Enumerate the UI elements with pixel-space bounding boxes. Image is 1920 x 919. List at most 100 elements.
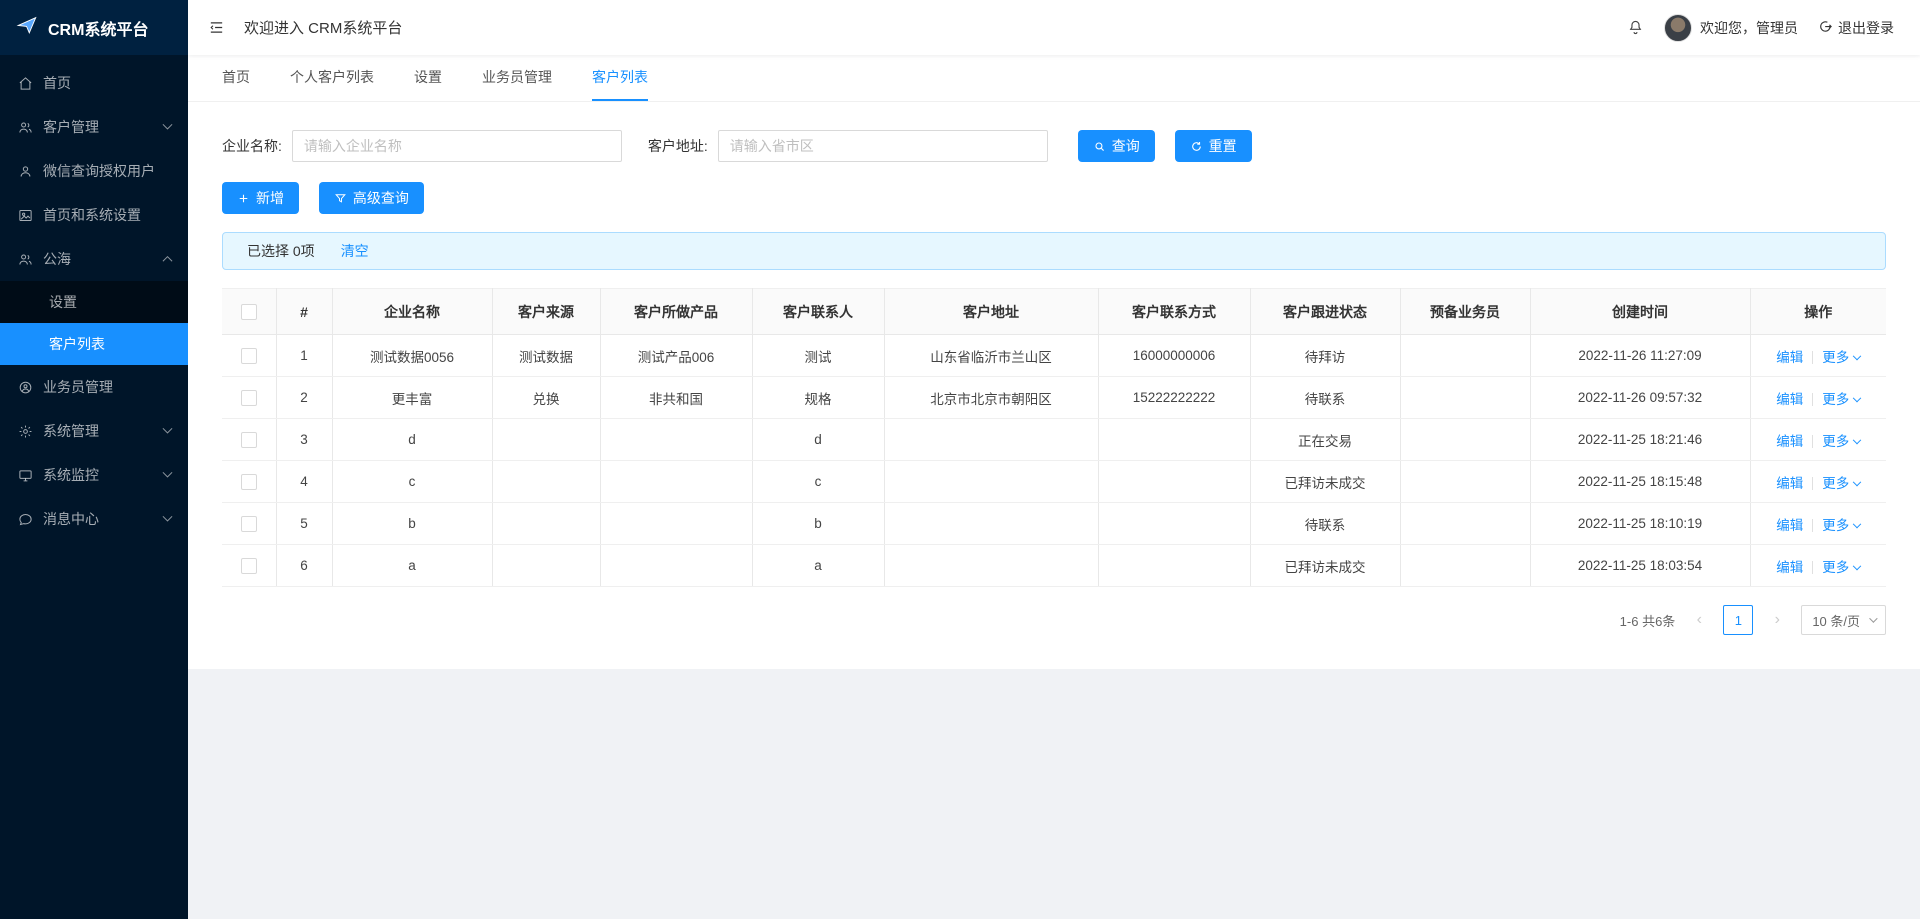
more-link[interactable]: 更多 (1822, 476, 1849, 491)
tab-salesperson-management[interactable]: 业务员管理 (482, 55, 552, 101)
sidebar-item-salesperson-management[interactable]: 业务员管理 (0, 365, 188, 409)
tab-home[interactable]: 首页 (222, 55, 250, 101)
logout-icon (1818, 19, 1833, 37)
edit-link[interactable]: 编辑 (1776, 350, 1803, 365)
chevron-down-icon (1853, 477, 1862, 486)
gear-icon (17, 424, 33, 439)
app-logo[interactable]: CRM系统平台 (0, 0, 188, 55)
app-title: CRM系统平台 (48, 21, 149, 39)
chevron-down-icon (1853, 351, 1862, 360)
table-row: 4 c c 已拜访未成交 2022-11-25 18:15:48 编辑 更多 (222, 460, 1886, 503)
funnel-icon (334, 193, 346, 203)
sidebar-subitem-settings[interactable]: 设置 (0, 281, 188, 323)
chevron-down-icon (162, 467, 173, 478)
tab-personal-customer-list[interactable]: 个人客户列表 (290, 55, 374, 101)
column-header-created: 创建时间 (1530, 288, 1751, 335)
column-header-phone: 客户联系方式 (1098, 288, 1251, 335)
action-row: 新增 高级查询 (222, 182, 1886, 214)
clear-selection-link[interactable]: 清空 (341, 241, 369, 261)
sidebar-item-customer-management[interactable]: 客户管理 (0, 105, 188, 149)
edit-link[interactable]: 编辑 (1776, 434, 1803, 449)
sidebar-item-system-management[interactable]: 系统管理 (0, 409, 188, 453)
user-greeting: 欢迎您，管理员 (1700, 19, 1798, 36)
more-link[interactable]: 更多 (1822, 392, 1849, 407)
more-link[interactable]: 更多 (1822, 350, 1849, 365)
customer-address-label: 客户地址: (647, 138, 708, 154)
more-link[interactable]: 更多 (1822, 434, 1849, 449)
more-link[interactable]: 更多 (1822, 518, 1849, 533)
sidebar-menu: 首页 客户管理 微信查询授权用户 首页和系统设置 公海 设置 客户列表 业务员管… (0, 55, 188, 919)
company-name-label: 企业名称: (222, 138, 282, 154)
selection-count-text: 已选择 0项 (247, 243, 315, 259)
advanced-search-button[interactable]: 高级查询 (318, 182, 424, 214)
row-checkbox[interactable] (240, 389, 257, 406)
tab-settings[interactable]: 设置 (414, 55, 442, 101)
add-button[interactable]: 新增 (222, 182, 299, 214)
reset-button[interactable]: 重置 (1174, 130, 1252, 162)
search-button[interactable]: 查询 (1077, 130, 1155, 162)
column-header-product: 客户所做产品 (600, 288, 753, 335)
sidebar-item-system-monitoring[interactable]: 系统监控 (0, 453, 188, 497)
row-checkbox[interactable] (240, 431, 257, 448)
chevron-down-icon (1869, 614, 1878, 623)
edit-link[interactable]: 编辑 (1776, 560, 1803, 575)
tab-customer-list[interactable]: 客户列表 (592, 55, 648, 101)
edit-link[interactable]: 编辑 (1776, 518, 1803, 533)
logout-button[interactable]: 退出登录 (1818, 18, 1894, 38)
plus-icon (239, 194, 248, 202)
page-button-1[interactable]: 1 (1723, 605, 1754, 635)
sidebar-subitem-customer-list[interactable]: 客户列表 (0, 323, 188, 365)
users-icon (17, 120, 33, 135)
selection-bar: 已选择 0项 清空 (222, 232, 1886, 270)
edit-link[interactable]: 编辑 (1776, 476, 1803, 491)
row-checkbox[interactable] (240, 473, 257, 490)
sidebar-item-home-system-settings[interactable]: 首页和系统设置 (0, 193, 188, 237)
filter-row: 企业名称: 客户地址: 查询 重置 (222, 130, 1886, 162)
column-header-company: 企业名称 (332, 288, 493, 335)
background-filler (188, 669, 1920, 919)
page-size-select[interactable]: 10 条/页 (1801, 605, 1886, 635)
logo-icon (16, 14, 38, 41)
table-header-row: # 企业名称 客户来源 客户所做产品 客户联系人 客户地址 客户联系方式 客户跟… (222, 288, 1886, 335)
chevron-up-icon (162, 255, 173, 266)
column-header-source: 客户来源 (492, 288, 601, 335)
user-menu[interactable]: 欢迎您，管理员 (1664, 13, 1798, 42)
row-checkbox[interactable] (240, 347, 257, 364)
topbar-right: 欢迎您，管理员 退出登录 (1627, 13, 1894, 42)
tabbar: 首页 个人客户列表 设置 业务员管理 客户列表 (188, 55, 1920, 102)
sidebar-item-wechat-auth-users[interactable]: 微信查询授权用户 (0, 149, 188, 193)
badge-icon (17, 380, 33, 395)
user-icon (17, 164, 33, 179)
message-icon (17, 512, 33, 527)
row-checkbox[interactable] (240, 557, 257, 574)
more-link[interactable]: 更多 (1822, 560, 1849, 575)
customer-table: # 企业名称 客户来源 客户所做产品 客户联系人 客户地址 客户联系方式 客户跟… (222, 288, 1886, 587)
sidebar-item-home[interactable]: 首页 (0, 61, 188, 105)
chevron-down-icon (1853, 519, 1862, 528)
column-header-status: 客户跟进状态 (1250, 288, 1401, 335)
column-header-operations: 操作 (1750, 288, 1886, 335)
select-all-checkbox[interactable] (240, 304, 257, 321)
home-icon (17, 76, 33, 91)
table-row: 6 a a 已拜访未成交 2022-11-25 18:03:54 编辑 更多 (222, 544, 1886, 587)
content-panel: 企业名称: 客户地址: 查询 重置 (188, 102, 1920, 669)
customer-address-input[interactable] (717, 130, 1048, 162)
main-area: 欢迎进入 CRM系统平台 欢迎您，管理员 退出登录 首页 个人客户列表 设置 业… (188, 0, 1920, 919)
sidebar: CRM系统平台 首页 客户管理 微信查询授权用户 首页和系统设置 公海 设置 客… (0, 0, 188, 919)
table-row: 1 测试数据0056 测试数据 测试产品006 测试 山东省临沂市兰山区 160… (222, 334, 1886, 377)
sidebar-item-public-sea[interactable]: 公海 (0, 237, 188, 281)
sidebar-fold-icon[interactable] (188, 0, 244, 55)
sidebar-item-message-center[interactable]: 消息中心 (0, 497, 188, 541)
bell-icon[interactable] (1627, 19, 1644, 36)
company-name-input[interactable] (291, 130, 622, 162)
chevron-down-icon (1853, 393, 1862, 402)
row-checkbox[interactable] (240, 515, 257, 532)
prev-page-button[interactable]: ‹ (1685, 605, 1713, 635)
edit-link[interactable]: 编辑 (1776, 392, 1803, 407)
image-icon (17, 208, 33, 223)
chevron-down-icon (1853, 561, 1862, 570)
column-header-address: 客户地址 (884, 288, 1099, 335)
next-page-button[interactable]: › (1763, 605, 1791, 635)
table-row: 3 d d 正在交易 2022-11-25 18:21:46 编辑 更多 (222, 418, 1886, 461)
refresh-icon (1191, 141, 1201, 151)
